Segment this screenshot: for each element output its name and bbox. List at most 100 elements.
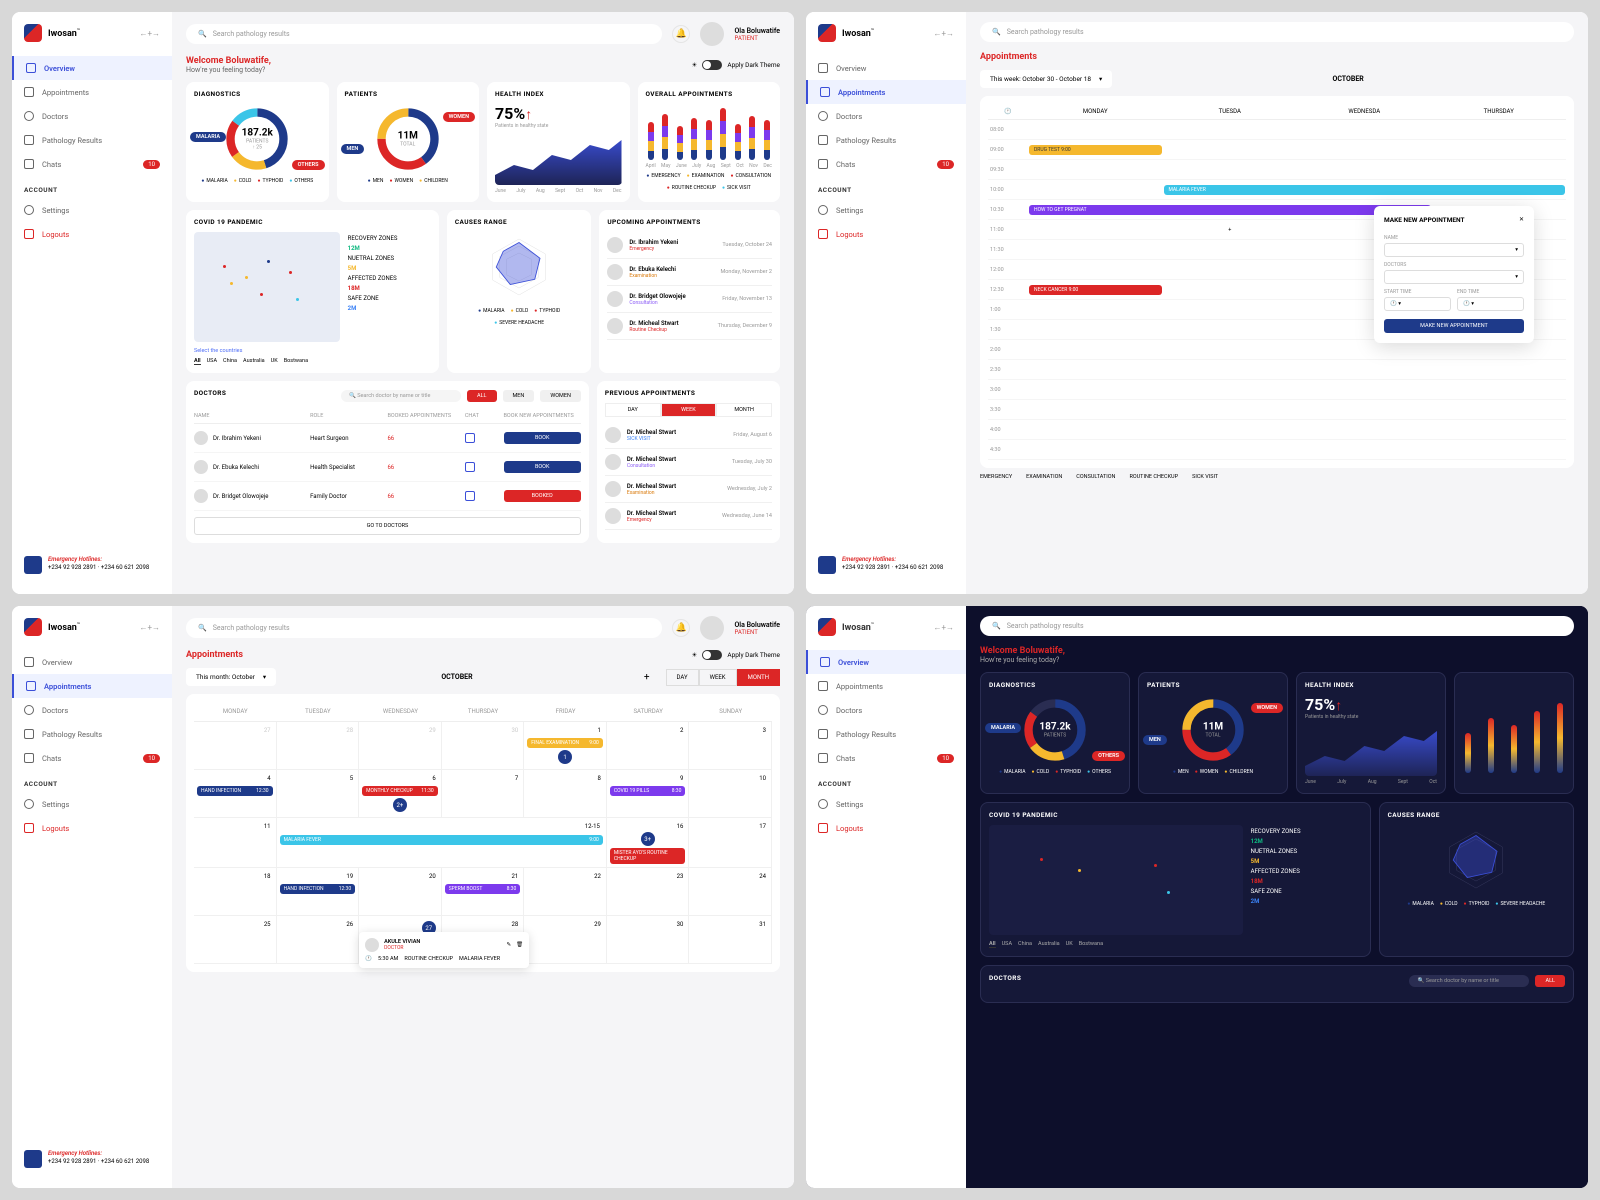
resize-icon[interactable]: ←+→ [933,29,954,38]
tab-week[interactable]: WEEK [661,403,717,417]
booked-button[interactable]: BOOKED [504,490,581,502]
event-hand-infection[interactable]: HAND INFECTION12:30 [197,786,273,796]
cal-cell[interactable]: 5 [277,770,360,818]
cal-cell[interactable]: 24 [689,868,772,916]
event-neck[interactable]: NECK CANCER 9:00 [1029,285,1162,295]
country-tab[interactable]: Australia [243,358,265,365]
country-tab[interactable]: Bostwana [284,358,308,365]
cal-cell[interactable]: 12‑15MALARIA FEVER9:00 [277,818,607,868]
country-tab[interactable]: China [1018,941,1032,948]
appt-row[interactable]: Dr. Micheal StwartExaminationWednesday, … [605,476,772,503]
cal-cell[interactable]: 8 [524,770,607,818]
nav-pathology[interactable]: Pathology Results [12,128,172,152]
nav-settings[interactable]: Settings [12,792,172,816]
nav-doctors[interactable]: Doctors [806,104,966,128]
nav-doctors[interactable]: Doctors [12,104,172,128]
nav-overview[interactable]: Overview [806,56,966,80]
event-sperm[interactable]: SPERM BOOST8:30 [445,884,521,894]
tab-week[interactable]: WEEK [699,669,737,686]
nav-logout[interactable]: Logouts [12,222,172,246]
cal-cell[interactable]: 1FINAL EXAMINATION9:001 [524,722,607,770]
nav-pathology[interactable]: Pathology Results [806,128,966,152]
cal-cell[interactable]: 6MONTHLY CHECKUP11:302+ [359,770,442,818]
nav-logout[interactable]: Logouts [12,816,172,840]
filter-women[interactable]: WOMEN [540,390,581,402]
cal-cell[interactable]: 18 [194,868,277,916]
select-countries[interactable]: Select the countries [194,348,340,354]
book-button[interactable]: BOOK [504,432,581,444]
appt-row[interactable]: Dr. Micheal StwartEmergencyWednesday, Ju… [605,503,772,530]
nav-doctors[interactable]: Doctors [806,698,966,722]
appt-row[interactable]: Dr. Ibrahim YekeniEmergencyTuesday, Octo… [607,232,772,259]
nav-overview[interactable]: Overview [806,650,966,674]
toggle-pill[interactable] [702,60,722,70]
country-tab[interactable]: All [989,941,996,948]
nav-chats[interactable]: Chats10 [806,152,966,176]
cal-cell[interactable]: 19HAND INFECTION12:30 [277,868,360,916]
resize-icon[interactable]: ←+→ [933,623,954,632]
search-input[interactable]: 🔍 Search pathology results [186,24,662,44]
cal-cell[interactable]: 9COVID 19 PILLS8:30 [607,770,690,818]
cal-cell[interactable]: 29 [524,916,607,964]
cal-cell[interactable]: 31 [689,916,772,964]
cal-cell[interactable]: 27 [194,722,277,770]
country-tab[interactable]: Australia [1038,941,1060,948]
resize-icon[interactable]: ←+→ [139,29,160,38]
nav-appointments[interactable]: Appointments [12,80,172,104]
nav-settings[interactable]: Settings [806,792,966,816]
theme-toggle[interactable]: ☀ Apply Dark Theme [692,60,780,70]
search-input[interactable]: 🔍 Search pathology results [980,22,1574,42]
bell-icon[interactable]: 🔔 [672,619,690,637]
user-avatar[interactable] [700,22,724,46]
country-tab[interactable]: USA [1002,941,1012,948]
toggle-pill[interactable] [702,650,722,660]
tab-day[interactable]: DAY [666,669,699,686]
theme-toggle[interactable]: ☀ Apply Dark Theme [692,650,780,660]
user-avatar[interactable] [700,616,724,640]
nav-overview[interactable]: Overview [12,56,172,80]
cal-cell[interactable]: 21SPERM BOOST8:30 [442,868,525,916]
cal-cell[interactable]: 17 [689,818,772,868]
close-icon[interactable]: ✕ [1519,216,1524,230]
resize-icon[interactable]: ←+→ [139,623,160,632]
nav-appointments[interactable]: Appointments [12,674,172,698]
country-tab[interactable]: USA [207,358,217,365]
appt-row[interactable]: Dr. Micheal StwartSICK VISITFriday, Augu… [605,422,772,449]
cal-cell[interactable]: 23 [607,868,690,916]
cal-cell[interactable]: 4HAND INFECTION12:30 [194,770,277,818]
nav-chats[interactable]: Chats10 [12,152,172,176]
event-malaria[interactable]: MALARIA FEVER [1164,185,1566,195]
nav-settings[interactable]: Settings [12,198,172,222]
make-appointment-button[interactable]: MAKE NEW APPOINTMENT [1384,319,1524,333]
cal-cell[interactable]: 26 [277,916,360,964]
chat-icon[interactable] [465,491,475,501]
cal-cell[interactable]: 30 [607,916,690,964]
chat-icon[interactable] [465,433,475,443]
nav-pathology[interactable]: Pathology Results [12,722,172,746]
tab-day[interactable]: DAY [605,403,661,417]
search-input[interactable]: 🔍 Search pathology results [980,616,1574,636]
bell-icon[interactable]: 🔔 [672,25,690,43]
cal-cell[interactable]: 27 AKULE VIVIANDOCTOR✎🗑 🕐 5:30 AM ROUTIN… [359,916,442,964]
nav-chats[interactable]: Chats10 [806,746,966,770]
nav-appointments[interactable]: Appointments [806,80,966,104]
chat-icon[interactable] [465,462,475,472]
nav-chats[interactable]: Chats10 [12,746,172,770]
country-tab[interactable]: China [223,358,237,365]
world-map[interactable] [989,825,1243,935]
doctors-search[interactable]: 🔍 Search doctor by name or title [1409,975,1529,987]
cal-cell[interactable]: 20 [359,868,442,916]
event-pregnat[interactable]: HOW TO GET PREGNAT 10:00 [1029,205,1431,215]
country-tab[interactable]: UK [1066,941,1073,948]
cal-cell[interactable]: 25 [194,916,277,964]
go-to-doctors[interactable]: GO TO DOCTORS [194,517,581,535]
start-time-input[interactable]: 🕐 ▾ [1384,297,1451,311]
edit-icon[interactable]: ✎ [507,942,512,948]
name-input[interactable]: ▾ [1384,243,1524,257]
event-monthly[interactable]: MONTHLY CHECKUP11:30 [362,786,438,796]
delete-icon[interactable]: 🗑 [516,942,523,948]
nav-logout[interactable]: Logouts [806,222,966,246]
nav-doctors[interactable]: Doctors [12,698,172,722]
event-final-exam[interactable]: FINAL EXAMINATION9:00 [527,738,603,748]
filter-men[interactable]: MEN [503,390,535,402]
